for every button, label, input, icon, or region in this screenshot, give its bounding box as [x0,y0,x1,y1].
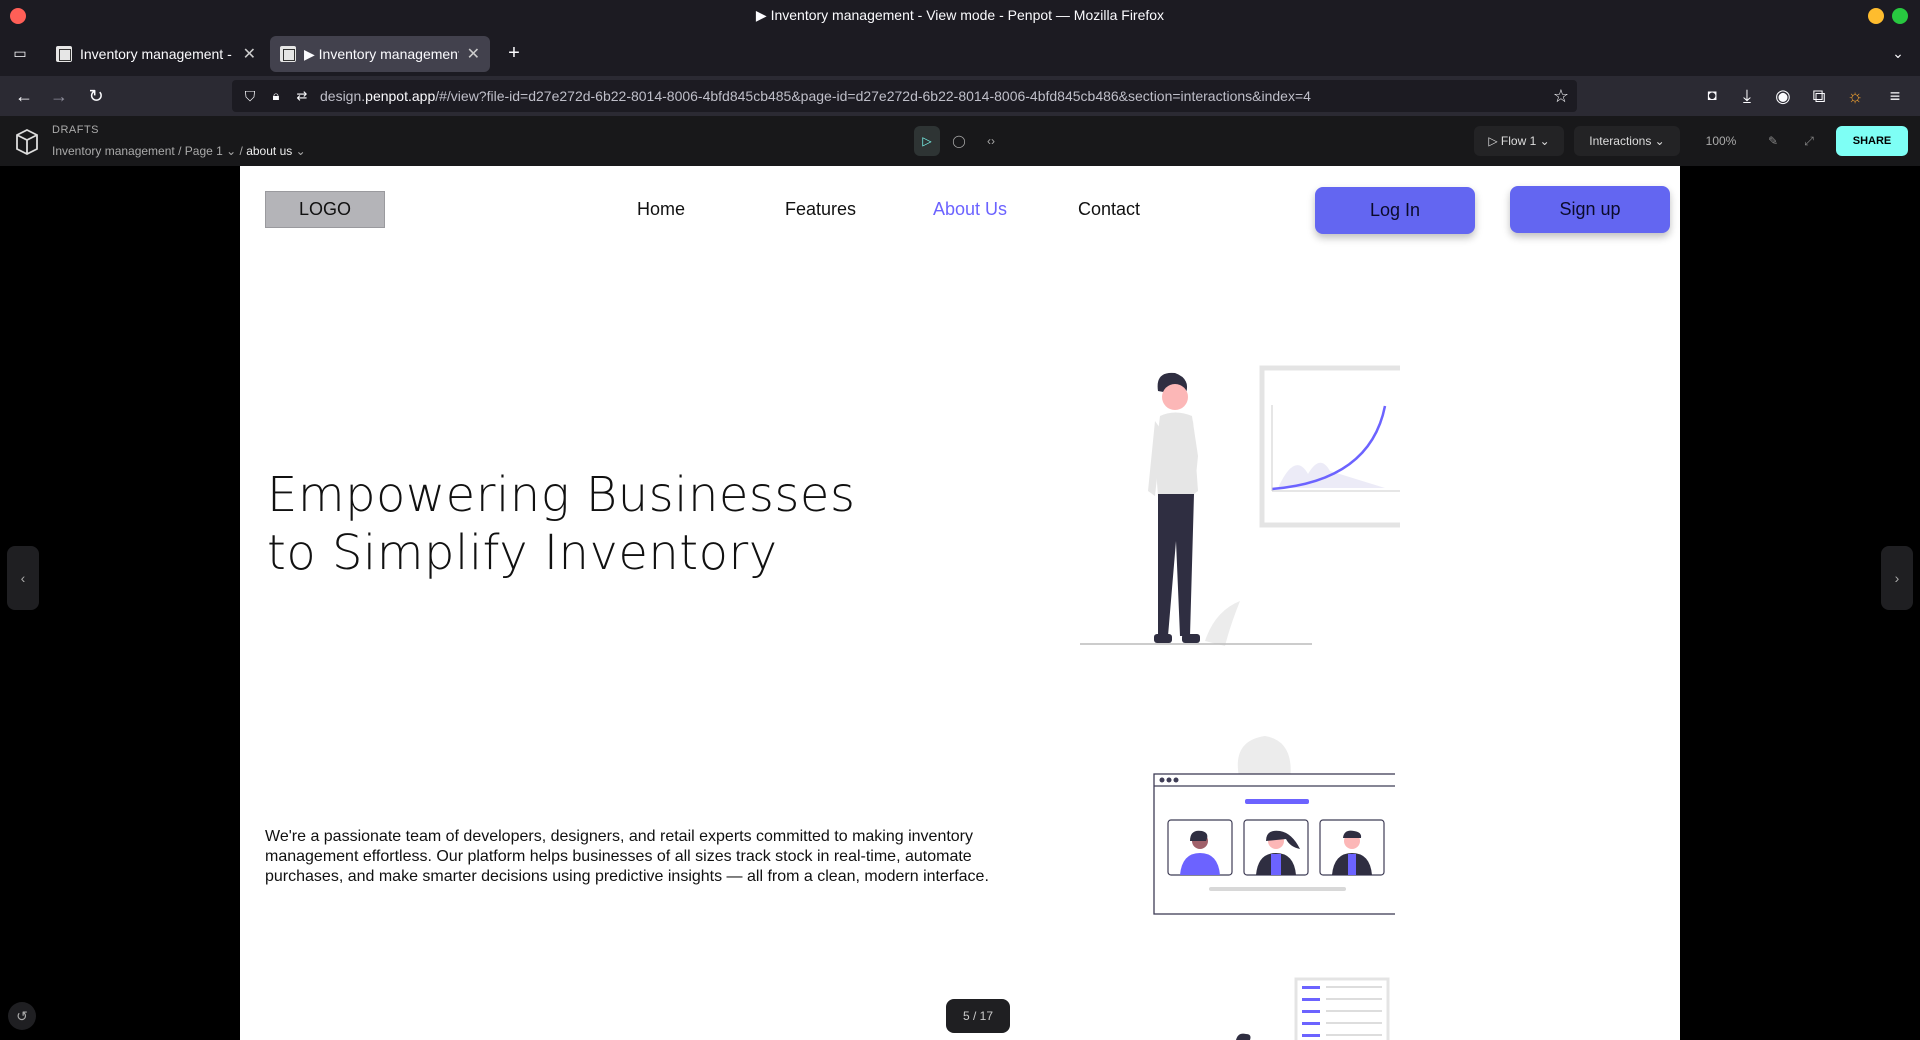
addon-icon[interactable]: ☼ [1843,86,1867,106]
minimize-window-button[interactable] [1868,8,1884,24]
fullscreen-icon[interactable]: ⤢ [1796,126,1822,156]
person-legs [1158,494,1194,636]
presenter-illustration [1080,365,1400,646]
nav-contact[interactable]: Contact [1078,199,1140,220]
person-head [1162,384,1188,410]
nav-features[interactable]: Features [785,199,856,220]
account-icon[interactable]: ◉ [1771,86,1795,106]
list-all-tabs-icon[interactable]: ⌄ [1886,43,1910,63]
pocket-icon[interactable]: ◘ [1700,86,1724,106]
mode-label: Interactions [1589,134,1652,148]
shield-icon[interactable]: ⛉ [238,86,262,106]
about-us-board: LOGO Home Features About Us Contact Log … [240,166,1680,1040]
penpot-logo-icon[interactable] [14,128,40,161]
comment-icon[interactable]: ◯ [946,126,972,156]
flow-selector[interactable]: ▷ Flow 1 ⌄ [1474,126,1564,156]
tab-inventory-editor[interactable]: Inventory management - Penpot ✕ [46,36,266,72]
play-icon[interactable]: ▷ [914,126,940,156]
headline-line-1: Empowering Businesses [267,467,856,523]
maximize-window-button[interactable] [1892,8,1908,24]
chevron-left-icon: ‹ [20,570,26,586]
url-field[interactable]: ⛉ 🔒︎ ⇄ design.penpot.app/#/view?file-id=… [232,80,1577,112]
back-icon[interactable]: ← [12,86,36,106]
permissions-icon[interactable]: ⇄ [290,86,314,106]
tab-label: Inventory management - Penpot [80,46,235,62]
chevron-right-icon: › [1894,570,1900,586]
nav-about-us[interactable]: About Us [933,199,1007,220]
hero-headline: Empowering Businesses to Simplify Invent… [267,466,855,582]
board-pager: 5 / 17 [946,999,1010,1033]
tab-label: ▶ Inventory management - View mode [304,45,459,62]
penpot-favicon-icon [280,46,296,62]
tab-inventory-view[interactable]: ▶ Inventory management - View mode ✕ [270,36,490,72]
zoom-level[interactable]: 100% [1696,126,1746,156]
close-tab-icon[interactable]: ✕ [243,44,256,64]
reload-icon[interactable]: ↻ [84,86,108,106]
nav-home[interactable]: Home [637,199,685,220]
breadcrumb-board[interactable]: about us [246,144,292,158]
navigation-toolbar: ← → ↻ ⛉ 🔒︎ ⇄ design.penpot.app/#/view?fi… [0,76,1920,116]
breadcrumb-project[interactable]: Inventory management [52,144,175,158]
window-titlebar: ▶ Inventory management - View mode - Pen… [0,0,1920,30]
prev-board-button[interactable]: ‹ [7,546,39,610]
flow-label: Flow 1 [1500,134,1537,148]
about-paragraph: We're a passionate team of developers, d… [265,828,989,885]
window-title: ▶ Inventory management - View mode - Pen… [755,7,1165,23]
tab-list-icon[interactable]: ▭ [8,43,32,63]
login-button[interactable]: Log In [1315,187,1475,234]
forward-icon[interactable]: → [47,86,71,106]
signup-button[interactable]: Sign up [1510,186,1670,233]
code-icon[interactable]: ‹› [978,126,1004,156]
lock-icon[interactable]: 🔒︎ [264,86,288,106]
star-icon[interactable]: ☆ [1549,86,1573,106]
headline-line-2: to Simplify Inventory [267,525,778,581]
new-tab-icon[interactable]: + [502,43,526,63]
url-text: design.penpot.app/#/view?file-id=d27e272… [320,88,1311,104]
breadcrumb: Inventory management / Page 1 ⌄ / about … [52,144,306,158]
breadcrumb-page[interactable]: Page 1 [185,144,223,158]
share-button[interactable]: SHARE [1836,126,1908,156]
extensions-icon[interactable]: ⧉ [1807,86,1831,106]
penpot-favicon-icon [56,46,72,62]
download-icon[interactable]: ⤓ [1735,86,1759,106]
penpot-viewer-header: DRAFTS Inventory management / Page 1 ⌄ /… [0,116,1920,166]
edit-icon[interactable]: ✎ [1760,126,1786,156]
interactions-selector[interactable]: Interactions ⌄ [1574,126,1680,156]
team-illustration [1153,736,1395,915]
site-logo[interactable]: LOGO [265,191,385,228]
close-tab-icon[interactable]: ✕ [467,44,480,64]
chart-frame [1259,365,1400,528]
menu-icon[interactable]: ≡ [1883,86,1907,106]
reset-flow-icon[interactable]: ↺ [8,1002,36,1030]
tab-bar: ▭ Inventory management - Penpot ✕ ▶ Inve… [0,30,1920,76]
next-board-button[interactable]: › [1881,546,1913,610]
document-illustration [1236,977,1390,1040]
section-label: DRAFTS [52,124,99,136]
